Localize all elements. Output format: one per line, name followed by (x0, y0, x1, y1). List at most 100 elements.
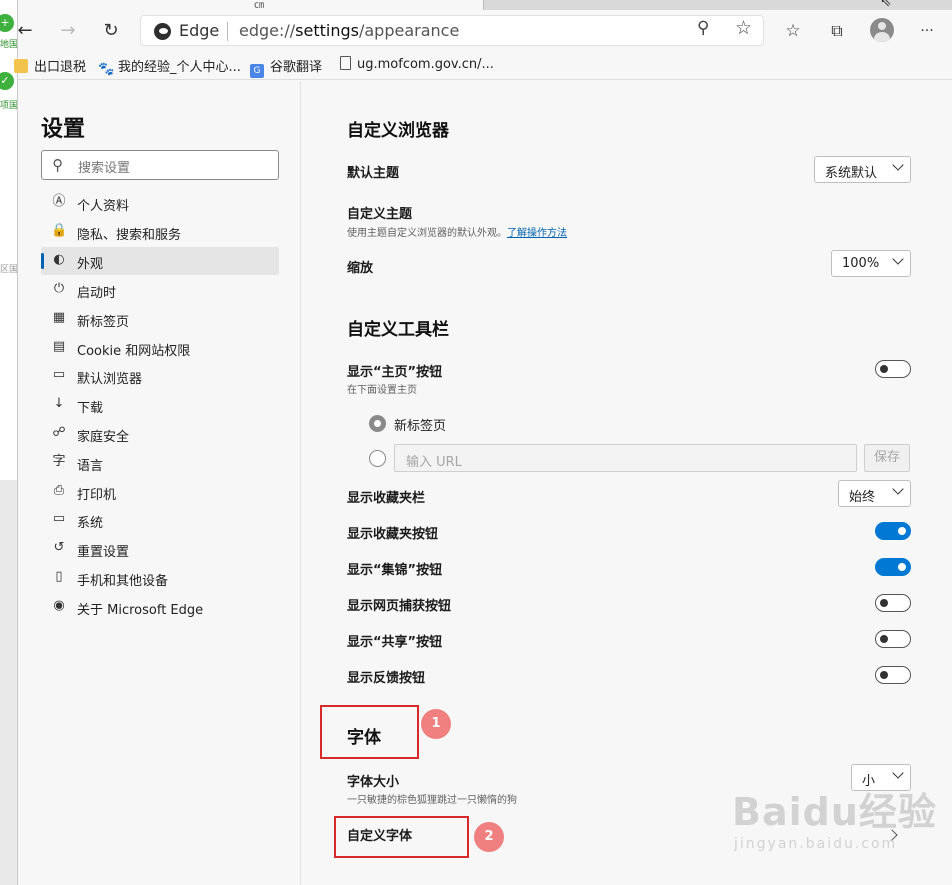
family-icon: ☍ (52, 425, 66, 440)
favorites-button-toggle[interactable] (875, 522, 911, 540)
zoom-dropdown[interactable]: 100% (831, 250, 911, 277)
collections-icon[interactable]: ⧉ (824, 18, 850, 44)
favorites-icon[interactable]: ☆ (780, 18, 806, 44)
font-size-desc: 一只敏捷的棕色狐狸跳过一只懒惰的狗 (347, 795, 517, 806)
background-window: + 地国 ✓ 项国 区国 (0, 0, 18, 885)
feedback-button-toggle[interactable] (875, 666, 911, 684)
browser-icon: ▭ (52, 367, 66, 382)
sidebar-item-privacy[interactable]: 🔒 隐私、搜索和服务 (41, 218, 279, 246)
refresh-icon[interactable]: ↻ (98, 18, 124, 44)
font-size-label: 字体大小 (347, 775, 400, 790)
address-url: edge://settings/appearance (239, 21, 460, 40)
lock-icon: 🔒 (51, 223, 68, 238)
address-brand: Edge (179, 21, 220, 40)
favorites-bar-dropdown[interactable]: 始终 (838, 480, 911, 507)
custom-theme-label: 自定义主题 (347, 207, 413, 222)
radio-url[interactable] (369, 450, 386, 467)
address-bar[interactable]: Edge edge://settings/appearance ⚲ ☆ (140, 15, 764, 46)
default-theme-dropdown[interactable]: 系统默认 (814, 156, 911, 183)
sidebar-item-cookies[interactable]: ▤ Cookie 和网站权限 (41, 334, 279, 362)
sidebar-item-startup[interactable]: ⏻ 启动时 (41, 276, 279, 304)
bookmark-item[interactable]: G 谷歌翻译 (250, 56, 322, 78)
side-label-3: 区国 (0, 265, 18, 275)
search-icon: ⚲ (52, 156, 63, 174)
chevron-down-icon (892, 767, 904, 779)
back-icon[interactable]: ← (12, 18, 38, 44)
sidebar-item-default-browser[interactable]: ▭ 默认浏览器 (41, 362, 279, 390)
site-permissions-icon: ▤ (52, 339, 66, 354)
collections-button-label: 显示“集锦”按钮 (347, 563, 443, 578)
section-heading-toolbar: 自定义工具栏 (347, 320, 449, 340)
reset-icon: ↺ (53, 540, 65, 555)
chevron-down-icon (892, 159, 904, 171)
collections-button-toggle[interactable] (875, 558, 911, 576)
mouse-cursor-icon: ⇖ (880, 0, 892, 10)
settings-title: 设置 (41, 117, 86, 142)
zoom-icon[interactable]: ⚲ (697, 18, 709, 38)
home-button-label: 显示“主页”按钮 (347, 365, 443, 380)
section-heading-browser: 自定义浏览器 (347, 121, 449, 141)
sidebar-item-appearance[interactable]: ◐ 外观 (41, 247, 279, 275)
baidu-watermark: Baidu经验 jingyan.baidu.com (732, 790, 937, 852)
baidu-paw-icon: 🐾 (98, 62, 115, 77)
forward-icon[interactable]: → (55, 18, 81, 44)
profile-avatar[interactable] (870, 18, 894, 42)
language-icon: 字 (52, 454, 66, 469)
web-capture-label: 显示网页捕获按钮 (347, 599, 452, 614)
search-input[interactable]: ⚲ 搜索设置 (41, 150, 279, 180)
save-button[interactable]: 保存 (864, 444, 910, 472)
sidebar-item-printers[interactable]: ⎙ 打印机 (41, 478, 279, 506)
annotation-box-1 (320, 705, 419, 759)
settings-sidebar: 设置 ⚲ 搜索设置 Ⓐ 个人资料 🔒 隐私、搜索和服务 ◐ 外观 ⏻ 启动时 ▦ 新标签页… (18, 81, 301, 885)
tab-strip: ㎝ ⇖ (0, 0, 952, 11)
web-capture-toggle[interactable] (875, 594, 911, 612)
translate-icon: G (250, 64, 264, 78)
chevron-down-icon (892, 483, 904, 495)
sidebar-item-family[interactable]: ☍ 家庭安全 (41, 420, 279, 448)
download-icon: ↓ (53, 396, 65, 411)
sidebar-item-phone[interactable]: ▯ 手机和其他设备 (41, 564, 279, 592)
home-button-desc: 在下面设置主页 (347, 385, 417, 396)
share-button-label: 显示“共享”按钮 (347, 635, 443, 650)
home-url-input[interactable]: 输入 URL (394, 444, 857, 472)
edge-logo-icon: ◉ (53, 598, 65, 613)
more-icon[interactable]: ··· (914, 18, 940, 44)
new-tab-icon: ▦ (52, 310, 66, 325)
custom-theme-desc: 使用主题自定义浏览器的默认外观。了解操作方法 (347, 228, 567, 239)
search-placeholder: 搜索设置 (78, 161, 131, 176)
share-button-toggle[interactable] (875, 630, 911, 648)
folder-icon (14, 59, 28, 73)
sidebar-item-downloads[interactable]: ↓ 下载 (41, 391, 279, 419)
sidebar-item-about[interactable]: ◉ 关于 Microsoft Edge (41, 593, 279, 621)
sidebar-item-new-tab[interactable]: ▦ 新标签页 (41, 305, 279, 333)
bookmark-item[interactable]: 出口退税 (14, 56, 86, 75)
system-icon: ▭ (52, 511, 66, 526)
browser-toolbar: ← → ↻ Edge edge://settings/appearance ⚲ … (17, 10, 952, 50)
browser-tab[interactable]: ㎝ (18, 0, 484, 11)
sidebar-item-profile[interactable]: Ⓐ 个人资料 (41, 189, 279, 217)
url-placeholder: 输入 URL (406, 455, 462, 470)
phone-icon: ▯ (55, 569, 63, 584)
palette-icon: ◐ (53, 252, 65, 267)
annotation-badge-2: 2 (474, 822, 504, 852)
profile-icon: Ⓐ (52, 194, 66, 209)
sidebar-item-language[interactable]: 字语言 (41, 449, 279, 477)
sidebar-item-reset[interactable]: ↺ 重置设置 (41, 535, 279, 563)
page-icon (340, 56, 351, 70)
home-button-toggle[interactable] (875, 360, 911, 378)
annotation-badge-1: 1 (421, 709, 451, 739)
favorite-star-icon[interactable]: ☆ (735, 17, 752, 39)
edge-logo-icon (154, 23, 171, 40)
bookmark-item[interactable]: ug.mofcom.gov.cn/... (340, 56, 494, 72)
learn-how-link[interactable]: 了解操作方法 (507, 228, 567, 239)
radio-new-tab-label: 新标签页 (394, 419, 447, 434)
sidebar-item-system[interactable]: ▭ 系统 (41, 506, 279, 534)
power-icon: ⏻ (53, 281, 65, 296)
bookmark-item[interactable]: 🐾 我的经验_个人中心... (98, 56, 241, 77)
radio-new-tab[interactable] (369, 415, 386, 432)
favorites-button-label: 显示收藏夹按钮 (347, 527, 439, 542)
annotation-box-2 (334, 816, 469, 858)
zoom-label: 缩放 (347, 261, 374, 276)
settings-content: 自定义浏览器 默认主题 系统默认 自定义主题 使用主题自定义浏览器的默认外观。了… (302, 81, 952, 885)
side-label-2: 项国 (0, 101, 18, 111)
